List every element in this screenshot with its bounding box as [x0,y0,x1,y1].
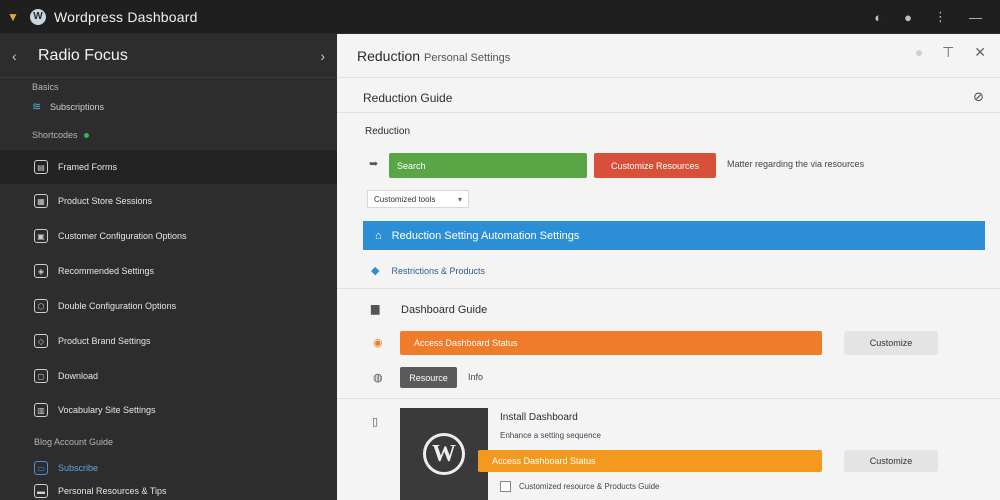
shield-icon: ◈ [34,264,48,278]
helper-note: Matter regarding the via resources [727,159,865,169]
sidebar-section-blog: Blog Account Guide [34,437,114,447]
sidebar-section-label: Shortcodes [32,130,78,140]
divider [337,398,1000,399]
status-dot-icon [916,49,923,56]
trash-icon: ▯ [372,416,379,428]
main-header: Reduction Personal Settings [337,34,1000,78]
user-icon[interactable]: ● [904,10,912,25]
divider [337,288,1000,289]
gear-icon: ⬡ [34,299,48,313]
bird-icon: ◆ [371,265,380,277]
sidebar-item-framed-forms[interactable]: ▤ Framed Forms [0,150,337,184]
sidebar-item-label: Vocabulary Site Settings [58,405,156,415]
help-icon[interactable]: ⊘ [973,89,984,105]
chevron-down-icon: ▾ [457,194,462,204]
forward-arrow-icon[interactable]: › [320,48,325,64]
sidebar-item-label: Product Store Sessions [58,196,153,206]
wordpress-logo-box: W [400,408,488,500]
resource-button[interactable]: Resource [400,367,457,388]
tag-icon: ◇ [34,334,48,348]
close-icon[interactable]: ✕ [974,44,986,61]
wordpress-logo-icon: W [423,433,465,475]
restrictions-link[interactable]: ◆ Restrictions & Products [371,264,485,277]
page-icon: ▦ [34,194,48,208]
sidebar-title: Radio Focus [38,46,128,64]
download-icon: ◻ [34,369,48,383]
minimize-icon[interactable]: — [969,10,982,25]
card-subtitle: Enhance a setting sequence [500,431,601,440]
app-icon[interactable]: ▼ [6,10,20,24]
lock-icon: ▣ [34,229,48,243]
customize-button[interactable]: Customize [844,331,938,355]
main-panel: Reduction Personal Settings ⊤ ✕ Reduction… [337,34,1000,500]
book-icon: ▥ [34,403,48,417]
section-title-dashboard: Dashboard Guide [401,304,488,316]
select-value: Customized tools [374,194,436,204]
sidebar-item-label: Product Brand Settings [58,336,151,346]
sub-heading: Reduction [365,126,411,137]
arrow-icon: ➥ [369,158,379,170]
header-actions: ⊤ ✕ [916,44,986,61]
window-title: Wordpress Dashboard [54,8,198,25]
sidebar-item-download[interactable]: ◻ Download [0,359,337,393]
resource-note: Info [468,372,484,382]
sidebar-item-customer-config[interactable]: ▣ Customer Configuration Options [0,219,337,253]
sidebar-item-vocabulary[interactable]: ▥ Vocabulary Site Settings [0,393,337,427]
page-subtitle: Personal Settings [424,51,511,64]
titlebar-controls: ◐ ● ⋮ — [874,0,982,34]
folder-icon: ▬ [34,484,48,498]
sidebar-item-label: Subscriptions [50,101,105,112]
sidebar-item-label: Customer Configuration Options [58,231,187,241]
divider [337,112,1000,113]
pin-icon[interactable]: ⊤ [942,44,954,61]
sidebar-header: ‹ Radio Focus › [0,34,337,78]
sidebar-item-label: Recommended Settings [58,266,155,276]
sidebar-item-double-config[interactable]: ⬡ Double Configuration Options [0,289,337,323]
more-icon[interactable]: ⋮ [934,9,947,25]
sidebar-item-label: Framed Forms [58,162,118,172]
sidebar-item-label: Subscribe [58,463,99,473]
sidebar-item-label: Personal Resources & Tips [58,486,167,496]
back-arrow-icon[interactable]: ‹ [12,48,30,64]
sidebar-section-shortcodes: Shortcodes [0,130,89,140]
sidebar-item-label: Double Configuration Options [58,301,177,311]
status-dot-icon [83,133,89,138]
form-icon: ▤ [34,160,48,174]
page-title-text: Reduction [357,47,421,64]
title-bar: ▼ W Wordpress Dashboard ◐ ● ⋮ — [0,0,1000,34]
gear-icon: ◍ [373,372,383,384]
access-dashboard-bar-2[interactable]: Access Dashboard Status [478,450,822,472]
checkbox-label: Customized resource & Products Guide [519,482,660,491]
circle-icon: ◉ [373,337,383,349]
card-title: Install Dashboard [500,412,578,423]
sidebar-section-basics: Basics [32,82,59,92]
access-dashboard-bar[interactable]: Access Dashboard Status [400,331,822,355]
home-icon: ⌂ [375,229,382,242]
folder-icon: ▆ [371,303,380,315]
search-button[interactable]: Search [389,153,587,178]
mail-icon: ▭ [34,461,48,475]
sidebar-item-subscriptions[interactable]: ≋ Subscriptions [0,100,104,113]
customize-button-2[interactable]: Customize [844,450,938,472]
automation-settings-label: Reduction Setting Automation Settings [391,229,580,242]
section-title-reduction-guide: Reduction Guide [363,91,453,105]
sidebar-item-brand-settings[interactable]: ◇ Product Brand Settings [0,324,337,358]
shield-icon[interactable]: ◐ [874,10,882,25]
tools-select[interactable]: Customized tools ▾ [367,190,469,208]
wordpress-icon: W [30,8,46,25]
wifi-icon: ≋ [32,101,42,113]
automation-settings-bar[interactable]: ⌂ Reduction Setting Automation Settings [363,221,985,250]
restrictions-label: Restrictions & Products [391,265,486,276]
sidebar-item-resources[interactable]: ▬ Personal Resources & Tips [0,476,337,500]
resource-checkbox[interactable] [500,481,511,492]
sidebar-item-label: Download [58,371,99,381]
sidebar-item-store-sessions[interactable]: ▦ Product Store Sessions [0,184,337,218]
sidebar: ‹ Radio Focus › Basics ≋ Subscriptions S… [0,34,337,500]
customize-resources-button[interactable]: Customize Resources [594,153,716,178]
sidebar-item-recommended[interactable]: ◈ Recommended Settings [0,254,337,288]
page-title: Reduction Personal Settings [357,48,510,64]
